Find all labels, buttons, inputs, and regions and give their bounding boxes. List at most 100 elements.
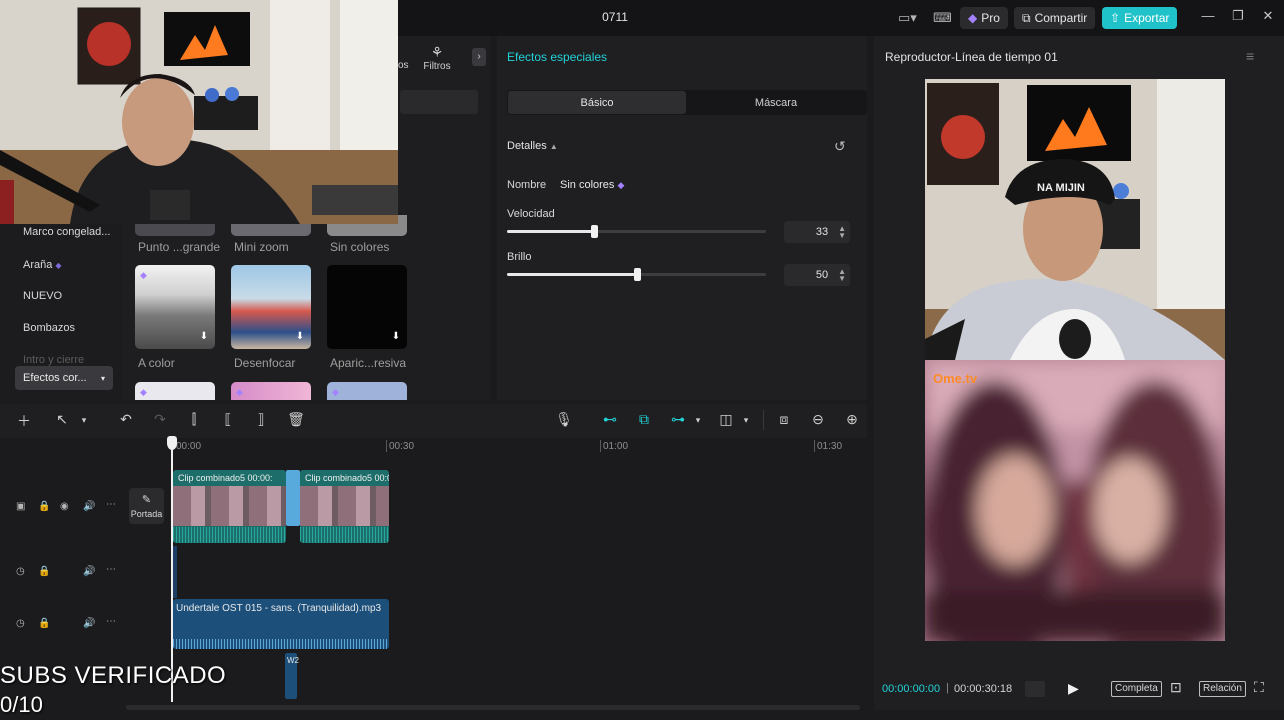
tab-mask[interactable]: Máscara [687, 91, 865, 114]
speed-slider[interactable] [507, 225, 766, 238]
microphone-icon[interactable]: 🎙 [554, 411, 574, 428]
diamond-icon: ◆ [140, 270, 147, 280]
undo-icon[interactable]: ↶ [116, 411, 136, 428]
minimize-icon[interactable]: — [1196, 8, 1220, 23]
audio-clip-label: Undertale OST 015 - sans. (Tranquilidad)… [176, 603, 382, 614]
category-item[interactable]: NUEVO [23, 290, 62, 302]
add-icon[interactable]: ＋ [14, 411, 34, 431]
audio-waveform [173, 639, 389, 649]
more-icon[interactable]: ⋯ [106, 499, 116, 510]
chevron-down-icon[interactable]: ▾ [688, 415, 708, 426]
effect-thumbnail[interactable]: ⬇ [231, 265, 311, 349]
chevron-down-icon[interactable]: ▾ [74, 415, 94, 426]
export-button[interactable]: ⇧ Exportar [1102, 7, 1178, 29]
zoom-in-icon[interactable]: ⊕ [842, 411, 862, 428]
transition-marker[interactable] [286, 470, 300, 526]
speaker-icon[interactable]: 🔊 [83, 618, 95, 629]
lock-icon[interactable]: 🔒 [38, 566, 50, 577]
clip-frames [300, 486, 389, 526]
brightness-input[interactable]: 50 ▲ ▼ [784, 264, 850, 286]
magnet-icon[interactable]: ⧉ [634, 411, 654, 428]
toolbar-divider [763, 410, 764, 430]
keyboard-icon[interactable]: ⌨ [933, 10, 952, 26]
stepper-icon[interactable]: ▲ ▼ [838, 268, 846, 283]
chevron-right-icon[interactable]: › [472, 48, 486, 66]
play-icon[interactable]: ▶ [1068, 680, 1079, 697]
tab-filters-label: Filtros [423, 61, 451, 72]
trim-left-icon[interactable]: ⟦ [218, 411, 238, 428]
cover-button[interactable]: ✎ Portada [129, 488, 164, 524]
total-time: 00:00:30:18 [954, 683, 1013, 695]
effect-thumbnail[interactable]: ◆ [231, 382, 311, 400]
category-item[interactable]: Intro y cierre [23, 354, 84, 366]
more-icon[interactable]: ⋯ [106, 564, 116, 575]
category-item[interactable]: Bombazos [23, 322, 75, 334]
stepper-icon[interactable]: ▲ ▼ [838, 225, 846, 240]
tab-basic[interactable]: Básico [508, 91, 686, 114]
share-button[interactable]: ⧉ Compartir [1014, 7, 1096, 29]
chevron-down-icon: ▾ [100, 373, 105, 383]
effect-thumbnail[interactable]: ◆ ⬇ [135, 265, 215, 349]
audio-clip[interactable]: Undertale OST 015 - sans. (Tranquilidad)… [173, 599, 389, 649]
tab-partial-label[interactable]: os [398, 60, 409, 71]
speed-slider-handle[interactable] [591, 225, 598, 238]
full-quality-button[interactable]: Completa [1111, 681, 1162, 697]
select-pointer-icon[interactable]: ↖ [52, 411, 72, 428]
effect-name: Sin colores [560, 179, 615, 191]
speaker-icon[interactable]: 🔊 [83, 566, 95, 577]
category-dropdown-label: Efectos cor... [23, 372, 87, 384]
lock-icon[interactable]: 🔒 [38, 501, 50, 512]
chevron-down-icon[interactable]: ▾ [736, 415, 756, 426]
category-dropdown[interactable]: Efectos cor... ▾ [15, 366, 113, 390]
subs-overlay-text: SUBS VERIFICADO [0, 662, 227, 689]
diamond-icon: ◆ [617, 180, 625, 190]
clock-icon: ◷ [16, 566, 25, 577]
zoom-out-icon[interactable]: ⊖ [808, 411, 828, 428]
snap-icon[interactable]: ⊶ [668, 411, 688, 428]
trim-right-icon[interactable]: ⟧ [251, 411, 271, 428]
video-clip[interactable]: Clip combinado5 00:00: [173, 470, 286, 543]
lock-icon[interactable]: 🔒 [38, 618, 50, 629]
effect-thumbnail[interactable]: ⬇ [327, 265, 407, 349]
split-icon[interactable]: ⫿ [184, 411, 204, 428]
search-input[interactable] [400, 90, 478, 114]
timeline-scrollbar[interactable] [126, 705, 860, 710]
ruler-label: 01:30 [817, 441, 843, 452]
name-value: Sin colores ◆ [560, 179, 624, 191]
category-item[interactable]: Marco congelad... [23, 226, 110, 238]
preview-axis-icon[interactable]: ⧈ [774, 411, 794, 428]
video-editor-app: 0711 ▭▾ ⌨ ◆ Pro ⧉ Compartir ⇧ Exportar —… [0, 0, 1284, 720]
ruler-label: 00:30 [389, 441, 415, 452]
effect-thumbnail[interactable]: ◆ [327, 382, 407, 400]
details-section-header[interactable]: Detalles ▲ [507, 140, 558, 152]
effect-thumbnail[interactable]: ◆ [135, 382, 215, 400]
clip-waveform [173, 527, 286, 543]
layout-icon[interactable]: ▭▾ [898, 10, 917, 26]
speed-input[interactable]: 33 ▲ ▼ [784, 221, 850, 243]
delete-icon[interactable]: 🗑 [286, 411, 306, 428]
playhead-handle[interactable] [167, 436, 177, 450]
eye-icon[interactable]: ◉ [60, 501, 69, 512]
redo-icon[interactable]: ↷ [150, 411, 170, 428]
tab-filters[interactable]: ⚘ Filtros [420, 44, 454, 72]
menu-icon[interactable]: ≡ [1246, 48, 1254, 64]
more-icon[interactable]: ⋯ [106, 616, 116, 627]
brightness-slider[interactable] [507, 268, 766, 281]
ratio-button[interactable]: Relación [1199, 681, 1246, 697]
category-item[interactable]: Araña ◆ [23, 259, 62, 271]
timecode-grid-icon[interactable] [1025, 681, 1045, 697]
sound-effect-label: W2 [287, 656, 299, 665]
close-icon[interactable]: ✕ [1256, 8, 1280, 24]
speaker-icon[interactable]: 🔊 [83, 501, 95, 512]
maximize-icon[interactable]: ❐ [1226, 8, 1250, 24]
video-preview-bottom [925, 360, 1225, 641]
brightness-slider-handle[interactable] [634, 268, 641, 281]
pro-button[interactable]: ◆ Pro [960, 7, 1008, 29]
reset-icon[interactable]: ↺ [834, 138, 846, 155]
category-label: Araña [23, 259, 53, 271]
video-clip[interactable]: Clip combinado5 00:00 [300, 470, 389, 543]
link-clips-icon[interactable]: ⊷ [600, 411, 620, 428]
split-screen-icon[interactable]: ◫ [716, 411, 736, 428]
fullscreen-icon[interactable]: ⛶ [1254, 679, 1264, 696]
snapshot-icon[interactable]: ⊡ [1170, 679, 1182, 696]
